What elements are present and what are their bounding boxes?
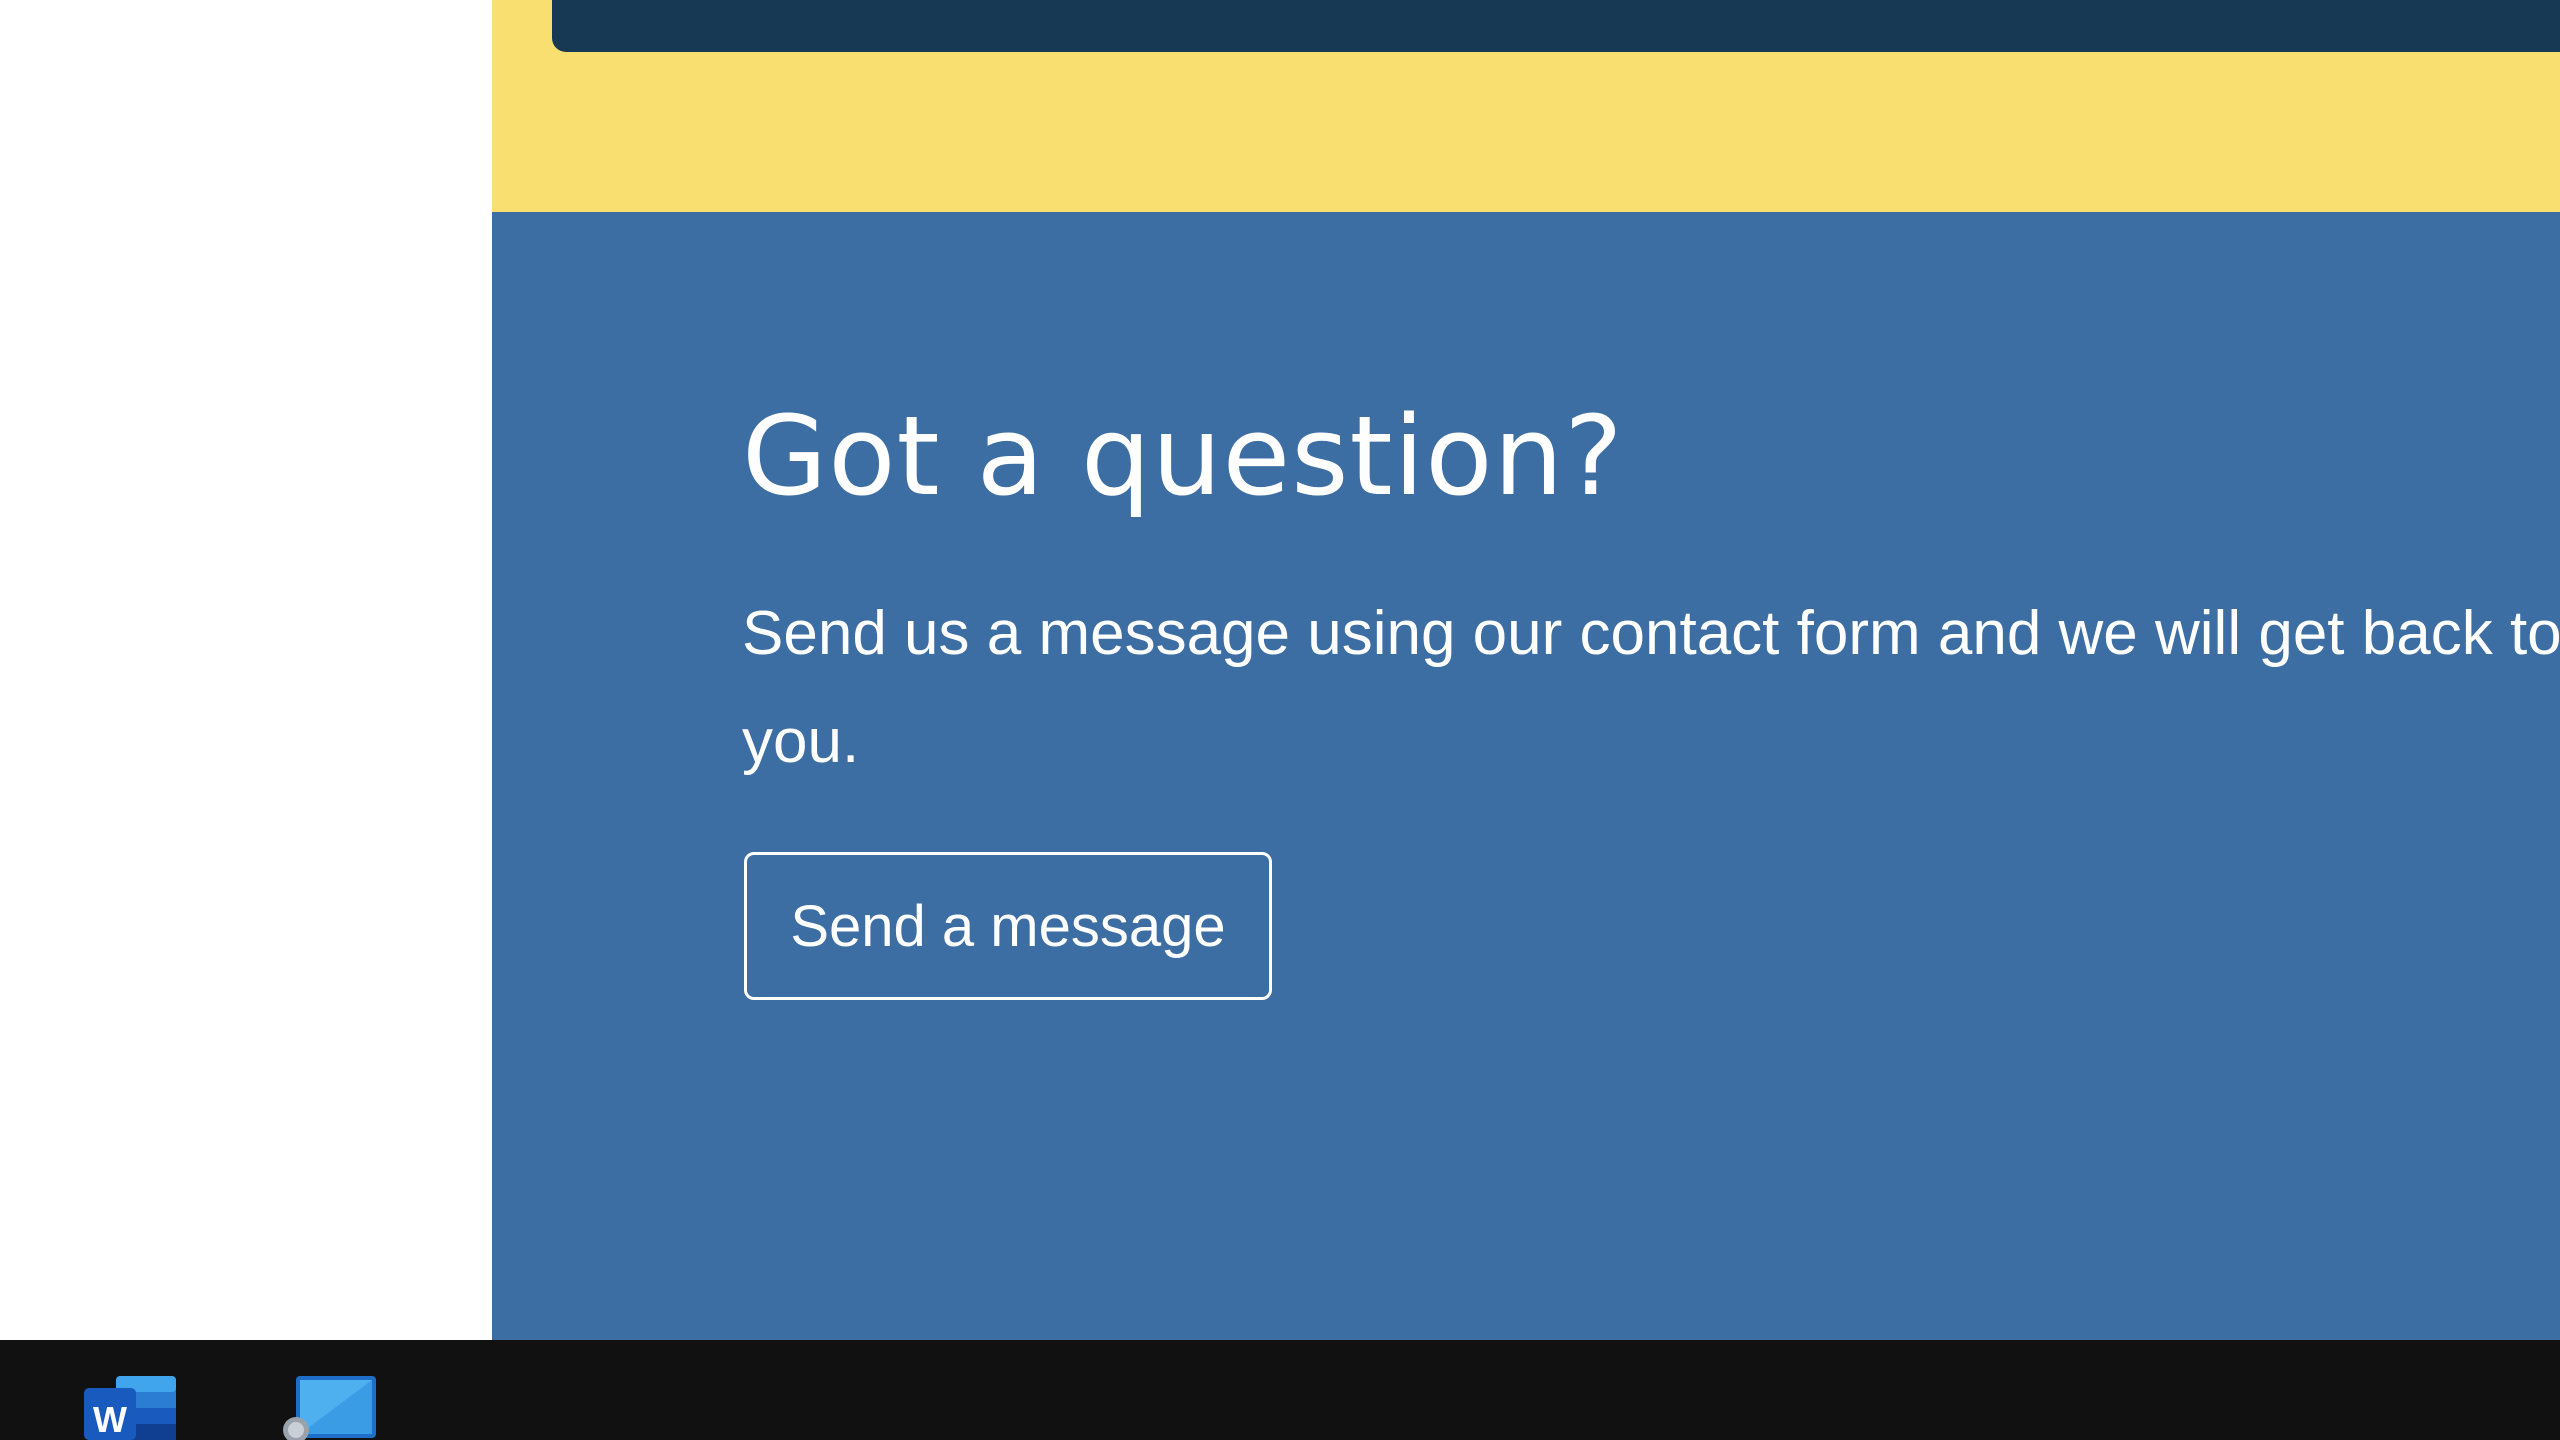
dark-navy-bar [552,0,2560,52]
svg-text:W: W [93,1399,127,1440]
remote-desktop-icon[interactable] [278,1372,378,1440]
word-icon[interactable]: W [82,1372,182,1440]
contact-heading: Got a question? [742,392,1624,520]
left-margin [0,0,492,1340]
page: Got a question? Send us a message using … [0,0,2560,1440]
contact-section: Got a question? Send us a message using … [492,212,2560,1340]
taskbar: W [0,1340,2560,1440]
send-message-button[interactable]: Send a message [744,852,1272,1000]
contact-description: Send us a message using our contact form… [742,599,2560,776]
